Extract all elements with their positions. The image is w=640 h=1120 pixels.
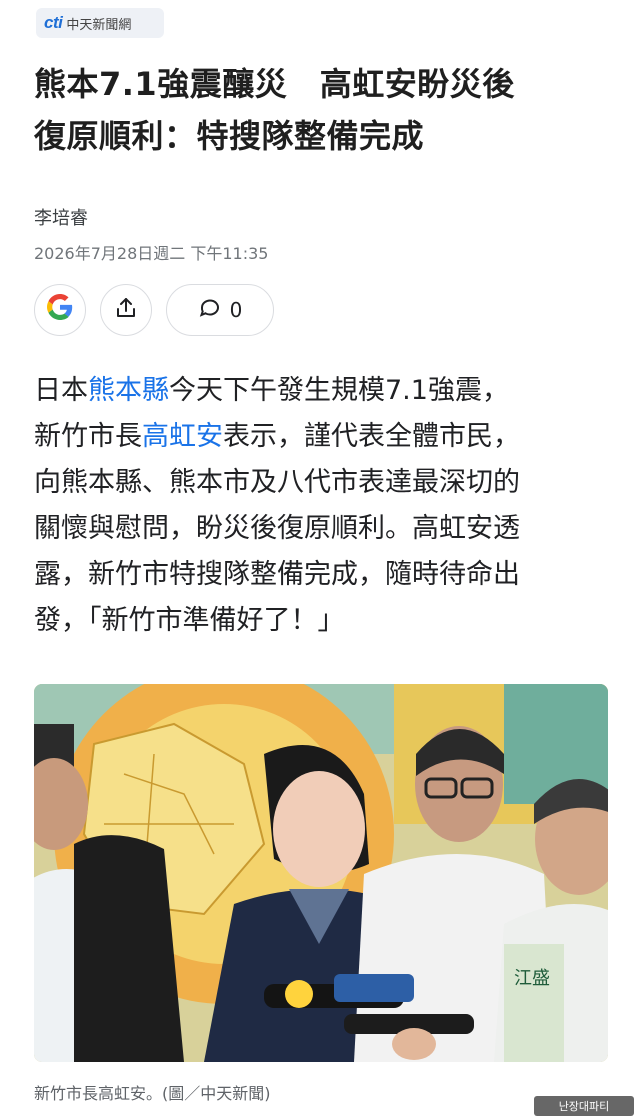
cti-mark: cti — [44, 13, 63, 32]
tag-link-kumamoto[interactable]: 熊本縣 — [88, 375, 169, 406]
tag-link-kao-hung-an[interactable]: 高虹安 — [142, 421, 223, 452]
body-line-1: 日本熊本縣今天下午發生規模7.1強震， — [34, 375, 509, 406]
body-line-2: 新竹市長高虹安表示，謹代表全體市民， — [34, 421, 520, 452]
article-body: 日本熊本縣今天下午發生規模7.1強震， 新竹市長高虹安表示，謹代表全體市民， 向… — [34, 368, 614, 644]
title-line-1: 熊本7.1強震釀災 高虹安盼災後 — [34, 65, 515, 103]
google-icon — [47, 293, 73, 327]
body-line-6: 發，「新竹市準備好了！」 — [34, 605, 345, 636]
publish-timestamp: 2026年7月28日週二 下午11:35 — [34, 244, 269, 263]
comment-count: 0 — [229, 298, 243, 322]
photo-caption: 新竹市長高虹安。(圖／中天新聞) — [34, 1084, 271, 1103]
body-line-3: 向熊本縣、熊本市及八代市表達最深切的 — [34, 467, 520, 498]
share-button[interactable] — [100, 284, 152, 336]
share-icon — [114, 296, 138, 324]
body-line-4: 關懷與慰問，盼災後復原順利。高虹安透 — [34, 513, 520, 544]
comment-button[interactable]: 0 — [166, 284, 274, 336]
source-logo[interactable]: cti 中天新聞網 — [36, 8, 164, 38]
vest-text: 江盛 — [514, 968, 550, 989]
watermark: 난장대파티 — [534, 1096, 634, 1116]
comment-icon — [198, 296, 222, 325]
cti-logo: cti 中天新聞網 — [44, 13, 131, 33]
google-button[interactable] — [34, 284, 86, 336]
action-bar: 0 — [34, 284, 274, 336]
author-name[interactable]: 李培睿 — [34, 204, 88, 230]
source-name: 中天新聞網 — [66, 17, 132, 33]
title-line-2: 復原順利：特搜隊整備完成 — [34, 117, 425, 155]
article-photo[interactable]: 江盛 — [34, 684, 608, 1062]
body-line-5: 露，新竹市特搜隊整備完成，隨時待命出 — [34, 559, 520, 590]
article-title: 熊本7.1強震釀災 高虹安盼災後 復原順利：特搜隊整備完成 — [34, 58, 614, 162]
